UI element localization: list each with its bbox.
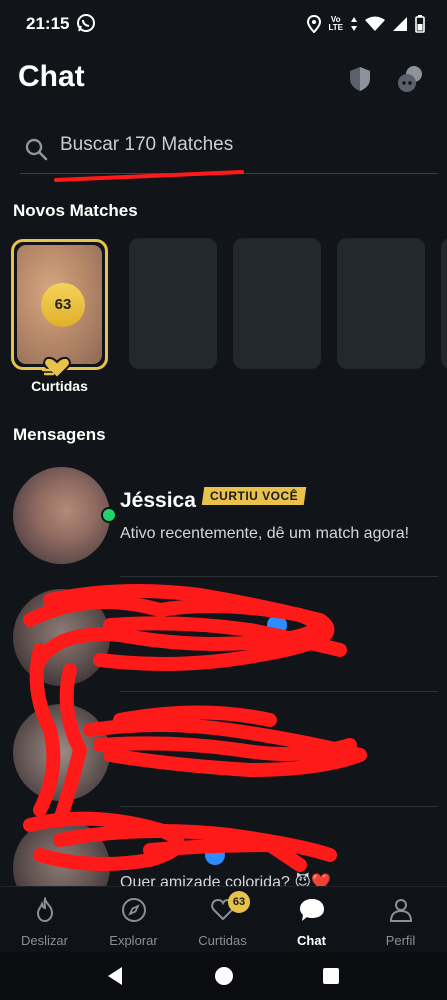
match-placeholder-card: [233, 238, 321, 369]
volte-icon: Vo LTE: [328, 15, 343, 32]
verified-icon: [267, 615, 287, 635]
flame-icon: [36, 897, 54, 923]
likes-blurred-photo: 63: [17, 245, 102, 364]
recents-icon[interactable]: [319, 964, 343, 988]
back-icon[interactable]: [104, 964, 128, 988]
nav-curtidas[interactable]: 63 Curtidas: [178, 887, 267, 953]
compass-icon: [122, 898, 146, 922]
status-time: 21:15: [26, 14, 70, 33]
data-arrows-icon: [351, 17, 357, 31]
profile-icon: [389, 899, 413, 922]
avatar: [13, 589, 110, 686]
nav-label: Explorar: [109, 933, 158, 948]
match-placeholder-card: [129, 238, 217, 369]
nav-label: Perfil: [385, 933, 416, 948]
shield-icon[interactable]: [345, 64, 375, 94]
nav-label: Curtidas: [198, 933, 247, 948]
new-matches-title: Novos Matches: [13, 201, 138, 220]
messages-title: Mensagens: [13, 425, 106, 444]
chat-screen: 21:15 Vo LTE Chat Buscar 170 Matches Nov…: [0, 0, 447, 1000]
signal-icon: [393, 17, 407, 31]
nav-label: Deslizar: [21, 933, 68, 948]
likes-count-badge: 63: [41, 283, 85, 327]
likes-count-badge: 63: [228, 891, 250, 913]
match-placeholder-card: [337, 238, 425, 369]
nav-deslizar[interactable]: Deslizar: [0, 887, 89, 953]
nav-chat[interactable]: Chat: [267, 887, 356, 953]
message-row[interactable]: [0, 692, 447, 807]
nav-explorar[interactable]: Explorar: [89, 887, 178, 953]
contact-name: Jéssica: [120, 489, 196, 512]
likes-label: Curtidas: [31, 378, 88, 394]
status-icons: Vo LTE: [307, 13, 425, 35]
nav-label: Chat: [297, 933, 326, 948]
status-bar: 21:15 Vo LTE: [0, 0, 447, 48]
avatar: [13, 704, 110, 801]
chat-bubble-icon: [300, 899, 324, 921]
nav-perfil[interactable]: Perfil: [356, 887, 445, 953]
search-input[interactable]: [60, 134, 420, 156]
match-placeholder-card: [441, 238, 447, 369]
message-preview: Ativo recentemente, dê um match agora!: [120, 525, 410, 542]
system-navigation-bar: [0, 952, 447, 1000]
wifi-icon: [365, 16, 385, 31]
whatsapp-icon: [77, 14, 95, 32]
battery-icon: [415, 15, 425, 33]
location-icon: [307, 15, 322, 33]
new-matches-carousel: 63 Curtidas: [0, 236, 447, 402]
search-icon: [25, 138, 48, 161]
bottom-nav: Deslizar Explorar 63 Curtidas Chat Perfi…: [0, 886, 447, 952]
avatar: [13, 467, 110, 564]
search-bar[interactable]: [20, 124, 438, 174]
likes-card[interactable]: 63: [11, 239, 108, 370]
message-row[interactable]: [0, 577, 447, 692]
home-icon[interactable]: [212, 964, 236, 988]
online-indicator: [101, 507, 117, 523]
page-title: Chat: [18, 60, 85, 93]
liked-you-badge: CURTIU VOCÊ: [201, 487, 307, 505]
verified-icon: [205, 845, 225, 865]
message-row[interactable]: Jéssica CURTIU VOCÊ Ativo recentemente, …: [0, 462, 447, 577]
explore-bubbles-icon[interactable]: [396, 64, 426, 94]
